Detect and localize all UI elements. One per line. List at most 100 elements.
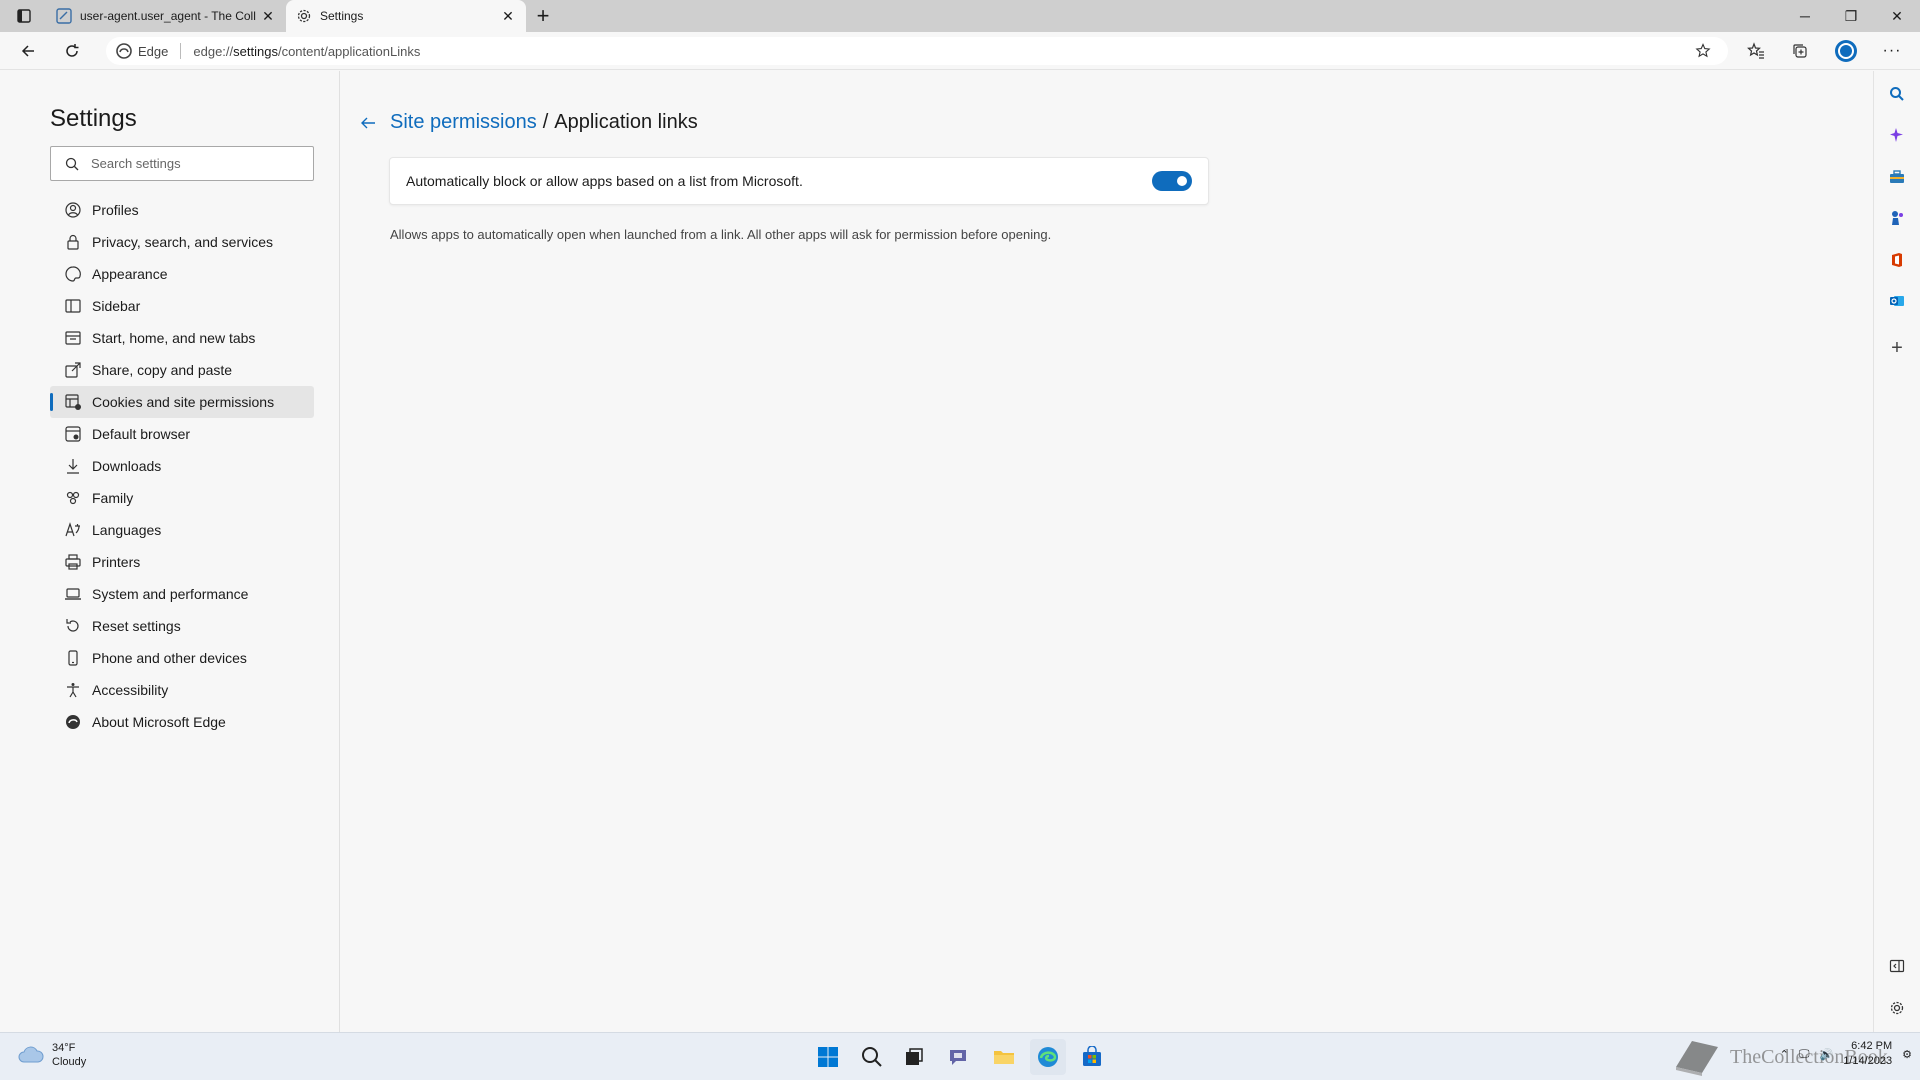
address-bar[interactable]: Edge edge://settings/content/application… xyxy=(106,37,1728,65)
nav-item-system-and-performance[interactable]: System and performance xyxy=(50,578,314,610)
gear-icon xyxy=(1890,1001,1904,1015)
nav-item-label: Accessibility xyxy=(92,682,169,698)
settings-content: Site permissions / Application links Aut… xyxy=(341,71,1872,1032)
collections-button[interactable] xyxy=(1784,37,1816,65)
nav-item-label: About Microsoft Edge xyxy=(92,714,226,730)
close-window-button[interactable]: ✕ xyxy=(1874,0,1920,32)
start-button[interactable] xyxy=(810,1039,846,1075)
plus-icon: + xyxy=(536,3,550,28)
profile-button[interactable] xyxy=(1830,37,1862,65)
tab-actions-button[interactable] xyxy=(10,4,38,28)
taskbar-search-button[interactable] xyxy=(854,1039,890,1075)
tab-close-icon[interactable]: ✕ xyxy=(260,8,276,25)
add-favorite-button[interactable] xyxy=(1692,41,1714,61)
nav-item-accessibility[interactable]: Accessibility xyxy=(50,674,314,706)
nav-item-languages[interactable]: Languages xyxy=(50,514,314,546)
sidebar-search-button[interactable] xyxy=(1882,79,1912,109)
favorites-button[interactable] xyxy=(1740,37,1772,65)
nav-item-about-microsoft-edge[interactable]: About Microsoft Edge xyxy=(50,706,314,738)
minimize-button[interactable]: ─ xyxy=(1782,0,1828,32)
nav-item-sidebar[interactable]: Sidebar xyxy=(50,290,314,322)
settings-heading: Settings xyxy=(50,105,137,132)
volume-icon[interactable]: 🔊 xyxy=(1819,1048,1833,1061)
search-settings-box[interactable] xyxy=(50,146,314,181)
settings-and-more-button[interactable]: ··· xyxy=(1876,37,1908,65)
chess-piece-icon xyxy=(1892,211,1903,225)
file-explorer-button[interactable] xyxy=(986,1039,1022,1075)
nav-item-cookies-and-site-permissions[interactable]: Cookies and site permissions xyxy=(50,386,314,418)
toolbox-icon xyxy=(1890,170,1904,183)
tab-close-icon[interactable]: ✕ xyxy=(500,8,516,25)
sidebar-outlook-button[interactable] xyxy=(1882,286,1912,316)
tab-strip: user-agent.user_agent - The Coll ✕ Setti… xyxy=(0,0,1920,32)
sidebar-hide-button[interactable] xyxy=(1882,951,1912,981)
more-icon: ··· xyxy=(1882,42,1902,59)
sidebar-discover-button[interactable] xyxy=(1882,120,1912,150)
arrow-left-icon xyxy=(21,45,34,57)
share-icon xyxy=(64,361,82,379)
weather-widget[interactable]: 34°F Cloudy xyxy=(18,1041,86,1069)
nav-item-privacy-search-and-services[interactable]: Privacy, search, and services xyxy=(50,226,314,258)
edge-badge-label: Edge xyxy=(138,43,169,59)
back-to-site-permissions-button[interactable] xyxy=(356,111,380,135)
search-icon xyxy=(1890,87,1904,101)
refresh-button[interactable] xyxy=(56,37,88,65)
nav-item-reset-settings[interactable]: Reset settings xyxy=(50,610,314,642)
chevron-up-icon[interactable]: ⌃ xyxy=(1780,1048,1789,1061)
restore-button[interactable]: ❐ xyxy=(1828,0,1874,32)
nav-item-profiles[interactable]: Profiles xyxy=(50,194,314,226)
tab-user-agent[interactable]: user-agent.user_agent - The Coll ✕ xyxy=(46,0,286,32)
search-settings-input[interactable] xyxy=(91,156,291,171)
edge-taskbar-button[interactable] xyxy=(1030,1039,1066,1075)
url-text: edge://settings/content/applicationLinks xyxy=(193,44,420,59)
nav-item-family[interactable]: Family xyxy=(50,482,314,514)
nav-item-label: Reset settings xyxy=(92,618,181,634)
nav-item-label: Privacy, search, and services xyxy=(92,234,274,250)
sidebar-icon xyxy=(64,297,82,315)
nav-item-start-home-and-new-tabs[interactable]: Start, home, and new tabs xyxy=(50,322,314,354)
language-icon xyxy=(64,521,82,539)
task-view-button[interactable] xyxy=(896,1039,932,1075)
nav-item-label: Cookies and site permissions xyxy=(92,394,275,410)
avatar-icon xyxy=(1835,40,1857,62)
sidebar-tools-button[interactable] xyxy=(1882,162,1912,192)
breadcrumb-site-permissions-link[interactable]: Site permissions xyxy=(390,111,537,134)
nav-item-appearance[interactable]: Appearance xyxy=(50,258,314,290)
notification-icon[interactable]: ⚙ xyxy=(1902,1048,1912,1061)
nav-item-label: Phone and other devices xyxy=(92,650,247,666)
sidebar-games-button[interactable] xyxy=(1882,203,1912,233)
settings-nav-list: Profiles Privacy, search, and services App… xyxy=(50,194,314,738)
nav-item-label: Languages xyxy=(92,522,162,538)
tab-title: user-agent.user_agent - The Coll xyxy=(80,9,256,23)
nav-item-share-copy-and-paste[interactable]: Share, copy and paste xyxy=(50,354,314,386)
arrow-left-icon xyxy=(361,117,375,129)
breadcrumb: Site permissions / Application links xyxy=(390,111,698,134)
nav-item-downloads[interactable]: Downloads xyxy=(50,450,314,482)
task-view-icon xyxy=(906,1048,923,1065)
url-prefix: edge:// xyxy=(193,43,234,59)
breadcrumb-current-page: Application links xyxy=(554,111,698,133)
nav-item-phone-and-other-devices[interactable]: Phone and other devices xyxy=(50,642,314,674)
nav-item-printers[interactable]: Printers xyxy=(50,546,314,578)
page-favicon-icon xyxy=(56,8,72,24)
sidebar-add-button[interactable]: + xyxy=(1882,333,1912,363)
tab-settings[interactable]: Settings ✕ xyxy=(286,0,526,32)
new-tab-button[interactable]: + xyxy=(530,3,556,29)
url-rest: /content/applicationLinks xyxy=(277,43,421,59)
auto-block-allow-toggle[interactable] xyxy=(1152,171,1192,191)
printer-icon xyxy=(64,553,82,571)
store-icon xyxy=(1083,1046,1101,1066)
nav-item-label: Default browser xyxy=(92,426,191,442)
collections-icon xyxy=(1793,44,1807,58)
sidebar-settings-button[interactable] xyxy=(1882,993,1912,1023)
teams-chat-button[interactable] xyxy=(940,1039,976,1075)
nav-item-default-browser[interactable]: Default browser xyxy=(50,418,314,450)
store-button[interactable] xyxy=(1074,1039,1110,1075)
sidebar-office-button[interactable] xyxy=(1882,245,1912,275)
clock[interactable]: 6:42 PM 1/14/2023 xyxy=(1843,1039,1892,1069)
back-button[interactable] xyxy=(12,37,44,65)
search-icon xyxy=(65,157,79,170)
family-icon xyxy=(64,489,82,507)
network-icon[interactable]: 🖵 xyxy=(1799,1048,1810,1061)
edge-logo-icon xyxy=(1038,1047,1058,1067)
